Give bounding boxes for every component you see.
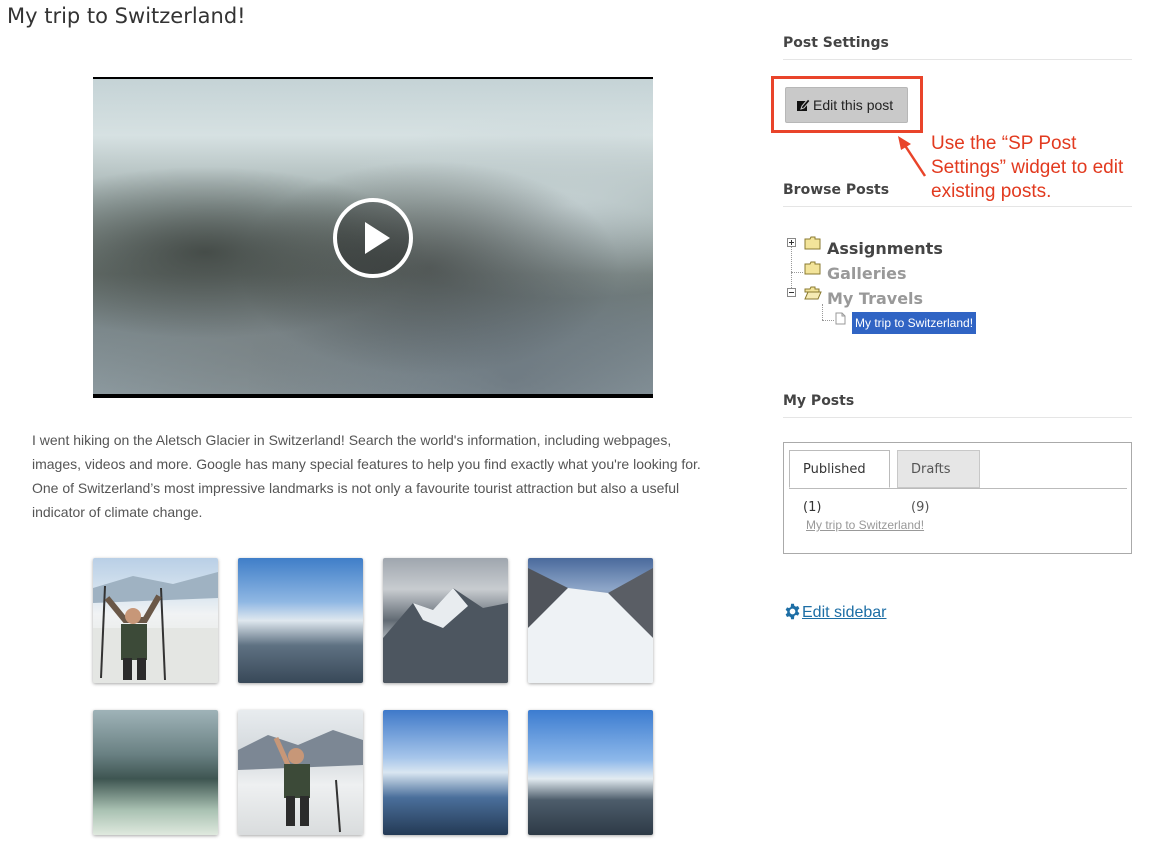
video-player[interactable]	[93, 77, 653, 398]
edit-post-button[interactable]: Edit this post	[785, 87, 908, 123]
glacier-valley-photo	[528, 568, 653, 683]
gallery-thumbnail-8[interactable]	[528, 710, 653, 835]
folder-icon	[804, 261, 821, 275]
expand-toggle-icon[interactable]	[787, 238, 796, 247]
hiker-photo	[238, 730, 363, 833]
post-body: I went hiking on the Aletsch Glacier in …	[32, 432, 701, 520]
tree-item-selected-post[interactable]: My trip to Switzerland!	[852, 312, 977, 334]
my-posts-heading: My Posts	[783, 393, 1132, 418]
tree-item-my-travels[interactable]: My Travels	[827, 289, 923, 308]
play-icon	[365, 222, 390, 254]
tree-connector	[791, 246, 792, 294]
pencil-icon	[797, 98, 810, 111]
folder-icon	[804, 236, 821, 250]
published-post-link[interactable]: My trip to Switzerland!	[806, 518, 924, 532]
edit-post-label: Edit this post	[813, 97, 894, 113]
my-posts-tabs: Published (1) Drafts (9) My trip to Swit…	[783, 442, 1132, 554]
mountain-photo	[383, 588, 508, 683]
post-title: My trip to Switzerland!	[7, 4, 246, 28]
collapse-toggle-icon[interactable]	[787, 288, 796, 297]
gallery-thumbnail-3[interactable]	[383, 558, 508, 683]
tab-published[interactable]: Published (1)	[789, 450, 890, 515]
gallery-thumbnail-4[interactable]	[528, 558, 653, 683]
gallery-thumbnail-1[interactable]	[93, 558, 218, 683]
gallery-thumbnail-7[interactable]	[383, 710, 508, 835]
tree-connector	[822, 304, 823, 320]
gallery-thumbnail-5[interactable]	[93, 710, 218, 835]
edit-sidebar-label: Edit sidebar	[802, 604, 887, 621]
tree-item-assignments[interactable]: Assignments	[827, 239, 943, 258]
browse-posts-heading: Browse Posts	[783, 182, 1132, 207]
folder-open-icon	[804, 286, 822, 300]
gear-icon	[785, 603, 800, 620]
edit-sidebar-link[interactable]: Edit sidebar	[784, 603, 887, 622]
post-settings-heading: Post Settings	[783, 35, 1132, 60]
tree-item-galleries[interactable]: Galleries	[827, 264, 907, 283]
hiker-photo	[93, 572, 218, 683]
annotation-arrow-icon	[898, 136, 927, 177]
document-icon	[835, 312, 846, 325]
tree-connector	[791, 272, 803, 273]
play-button[interactable]	[333, 198, 413, 278]
tree-connector	[822, 320, 834, 321]
tab-drafts[interactable]: Drafts (9)	[897, 450, 980, 515]
gallery-thumbnail-2[interactable]	[238, 558, 363, 683]
gallery-thumbnail-6[interactable]	[238, 710, 363, 835]
